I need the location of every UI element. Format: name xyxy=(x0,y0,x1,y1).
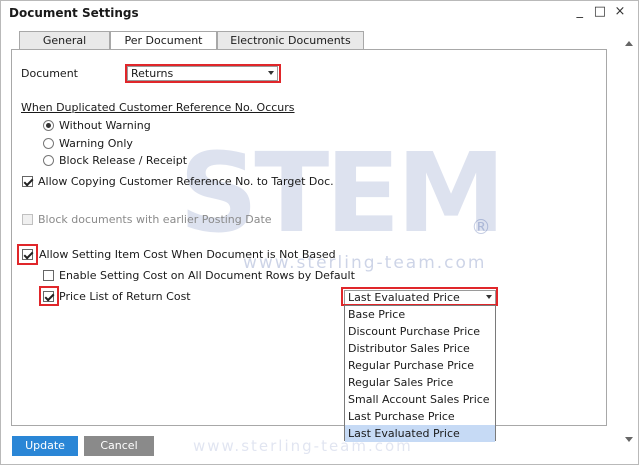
maximize-icon[interactable]: □ xyxy=(592,4,608,19)
checkbox-price-list-return-label: Price List of Return Cost xyxy=(59,290,191,303)
radio-block-release-label: Block Release / Receipt xyxy=(59,154,188,167)
price-list-option-regular-sales-price[interactable]: Regular Sales Price xyxy=(345,374,495,391)
highlight-document xyxy=(125,64,281,83)
tab-electronic-documents[interactable]: Electronic Documents xyxy=(217,31,364,50)
price-list-option-small-account-sales-price[interactable]: Small Account Sales Price xyxy=(345,391,495,408)
minimize-icon[interactable]: _ xyxy=(572,4,588,19)
radio-without-warning[interactable] xyxy=(43,120,54,131)
price-list-option-last-purchase-price[interactable]: Last Purchase Price xyxy=(345,408,495,425)
checkbox-allow-copying-label: Allow Copying Customer Reference No. to … xyxy=(38,175,334,188)
document-settings-window: Document Settings _ □ × General Per Docu… xyxy=(0,0,639,465)
highlight-allow-setting-cost xyxy=(17,244,38,265)
price-list-option-base-price[interactable]: Base Price xyxy=(345,306,495,323)
highlight-price-list xyxy=(341,287,498,306)
watermark-registered-mark: ® xyxy=(471,215,491,239)
checkbox-allow-copying[interactable] xyxy=(22,176,33,187)
window-controls: _ □ × xyxy=(572,4,628,19)
checkbox-enable-setting-cost-label: Enable Setting Cost on All Document Rows… xyxy=(59,269,355,282)
radio-block-release[interactable] xyxy=(43,155,54,166)
price-list-option-discount-purchase-price[interactable]: Discount Purchase Price xyxy=(345,323,495,340)
watermark-logo: STEM xyxy=(179,129,506,257)
cancel-button[interactable]: Cancel xyxy=(84,436,154,456)
highlight-price-list-return xyxy=(39,286,59,306)
checkbox-enable-setting-cost[interactable] xyxy=(43,270,54,281)
tab-general[interactable]: General xyxy=(19,31,110,50)
radio-without-warning-label: Without Warning xyxy=(59,119,151,132)
close-icon[interactable]: × xyxy=(612,4,628,19)
price-list-option-last-evaluated-price[interactable]: Last Evaluated Price xyxy=(345,425,495,442)
radio-warning-only[interactable] xyxy=(43,138,54,149)
duplicated-heading: When Duplicated Customer Reference No. O… xyxy=(21,101,295,114)
update-button[interactable]: Update xyxy=(12,436,78,456)
scroll-down-arrow-icon[interactable] xyxy=(625,437,633,442)
title-bar: Document Settings _ □ × xyxy=(1,1,638,25)
radio-warning-only-label: Warning Only xyxy=(59,137,133,150)
scroll-up-arrow-icon[interactable] xyxy=(625,41,633,46)
tab-per-document[interactable]: Per Document xyxy=(110,31,217,51)
price-list-dropdown-menu: Base Price Discount Purchase Price Distr… xyxy=(344,305,496,442)
document-label: Document xyxy=(21,67,78,80)
price-list-option-regular-purchase-price[interactable]: Regular Purchase Price xyxy=(345,357,495,374)
checkbox-block-documents xyxy=(22,214,33,225)
checkbox-block-documents-label: Block documents with earlier Posting Dat… xyxy=(38,213,272,226)
window-title: Document Settings xyxy=(9,6,139,20)
checkbox-allow-setting-cost-label: Allow Setting Item Cost When Document is… xyxy=(39,248,336,261)
price-list-option-distributor-sales-price[interactable]: Distributor Sales Price xyxy=(345,340,495,357)
